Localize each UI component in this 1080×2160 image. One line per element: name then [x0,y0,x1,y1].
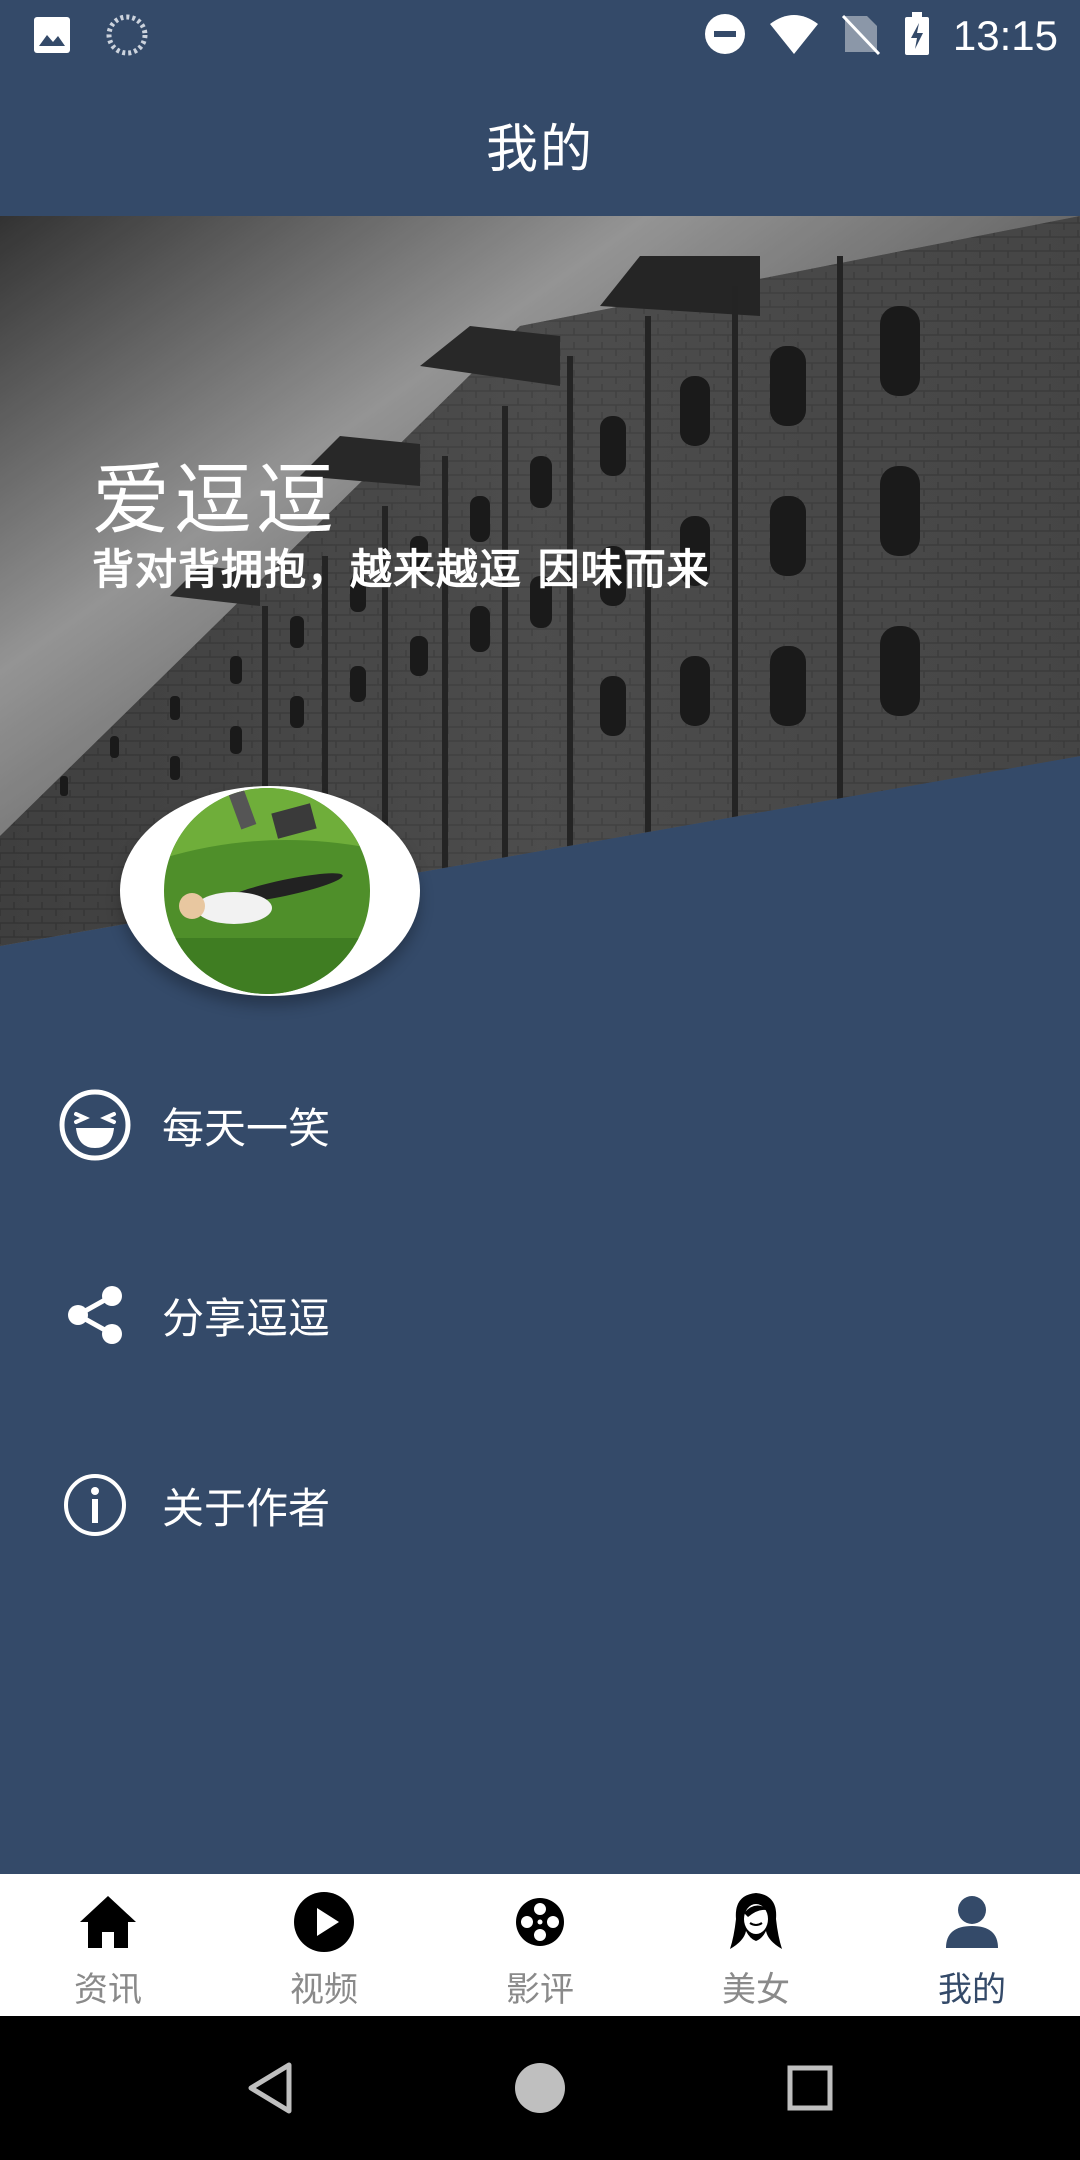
status-time: 13:15 [952,12,1058,59]
recents-icon[interactable] [778,2056,842,2120]
share-icon [58,1278,132,1352]
status-bar: 13:15 [0,0,1080,72]
avatar[interactable] [164,788,370,994]
menu-item-label: 每天一笑 [162,1103,331,1153]
woman-icon [724,1890,788,1954]
tab-label: 美女 [722,1970,790,2010]
app-bar: 我的 [0,72,1080,216]
avatar-frame[interactable] [120,786,420,996]
play-icon [292,1890,356,1954]
laughing-face-icon [58,1088,132,1162]
no-sim-icon [841,12,881,60]
system-navigation-bar [0,2016,1080,2160]
bottom-tab-bar: 资讯 视频 影评 美女 我的 [0,1874,1080,2016]
menu-item-label: 关于作者 [162,1483,331,1533]
menu-item-about-author[interactable]: 关于作者 [0,1430,1080,1580]
tab-beauty[interactable]: 美女 [648,1874,864,2016]
image-icon [32,15,72,59]
tab-label: 资讯 [74,1970,142,2010]
wifi-icon [769,12,819,60]
avatar-photo [164,788,370,994]
menu-item-daily-laugh[interactable]: 每天一笑 [0,1050,1080,1200]
battery-charging-icon [903,11,931,61]
profile-name: 爱逗逗 [92,456,339,546]
info-icon [58,1468,132,1542]
back-icon[interactable] [238,2056,302,2120]
film-reel-icon [508,1890,572,1954]
tab-label: 视频 [290,1970,358,2010]
profile-slogan: 背对背拥抱，越来越逗 因味而来 [92,545,710,594]
tab-label: 我的 [938,1970,1006,2010]
page-title: 我的 [485,119,594,180]
menu-item-share[interactable]: 分享逗逗 [0,1240,1080,1390]
loading-icon [106,14,148,60]
tab-review[interactable]: 影评 [432,1874,648,2016]
tab-label: 影评 [506,1970,574,2010]
tab-news[interactable]: 资讯 [0,1874,216,2016]
home-button-icon[interactable] [508,2056,572,2120]
tab-mine[interactable]: 我的 [864,1874,1080,2016]
do-not-disturb-icon [703,12,747,60]
home-icon [76,1890,140,1954]
tab-video[interactable]: 视频 [216,1874,432,2016]
person-icon [940,1890,1004,1954]
menu-item-label: 分享逗逗 [162,1293,331,1343]
